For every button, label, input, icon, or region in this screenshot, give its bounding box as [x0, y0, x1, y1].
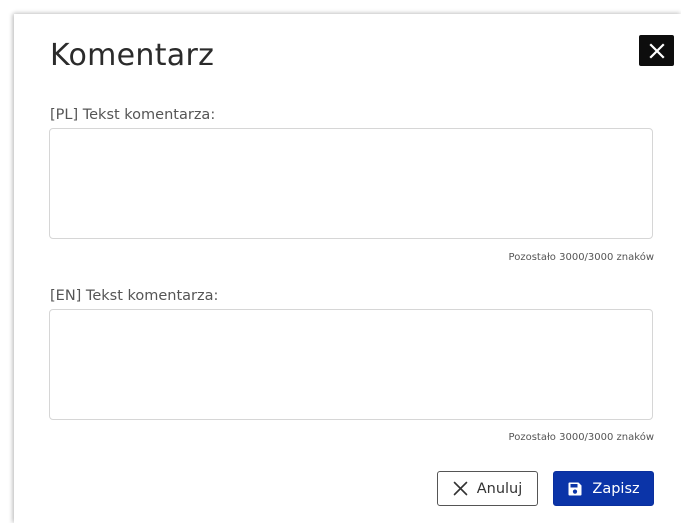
close-icon: [648, 42, 665, 59]
pl-character-counter: Pozostało 3000/3000 znaków: [508, 252, 654, 263]
pl-comment-textarea[interactable]: [49, 128, 653, 239]
close-icon: [453, 481, 468, 496]
dialog-title: Komentarz: [50, 38, 215, 73]
en-character-counter: Pozostało 3000/3000 znaków: [508, 432, 654, 443]
comment-dialog: Komentarz [PL] Tekst komentarza: Pozosta…: [14, 14, 681, 523]
save-label: Zapisz: [592, 480, 640, 497]
pl-comment-label: [PL] Tekst komentarza:: [50, 107, 216, 123]
floppy-disk-icon: [567, 481, 583, 497]
close-button[interactable]: [639, 35, 674, 66]
save-button[interactable]: Zapisz: [553, 471, 654, 506]
cancel-button[interactable]: Anuluj: [437, 471, 538, 506]
en-comment-textarea[interactable]: [49, 309, 653, 420]
en-comment-label: [EN] Tekst komentarza:: [50, 288, 219, 304]
cancel-label: Anuluj: [476, 480, 523, 497]
